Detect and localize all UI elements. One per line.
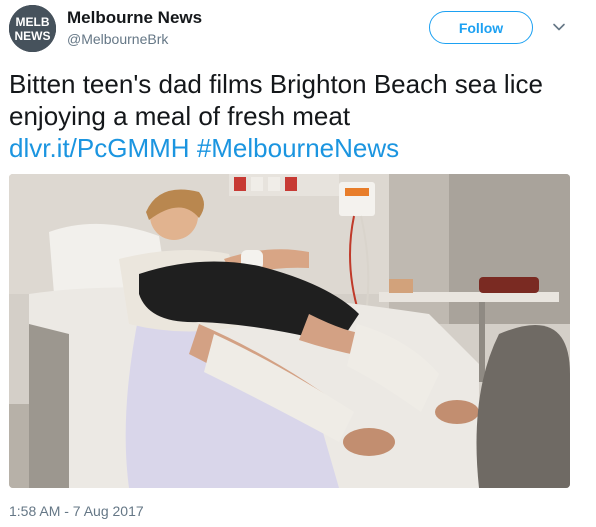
- chevron-down-icon[interactable]: [552, 20, 566, 34]
- tweet-links-line: dlvr.it/PcGMMH #MelbourneNews: [9, 132, 584, 164]
- follow-button[interactable]: Follow: [429, 11, 533, 44]
- tweet-link[interactable]: dlvr.it/PcGMMH: [9, 133, 190, 163]
- hashtag-link[interactable]: #MelbourneNews: [197, 133, 399, 163]
- avatar-logo-text-bottom: NEWS: [15, 29, 51, 43]
- tweet-photo[interactable]: [9, 174, 570, 488]
- avatar-logo-text-top: MELB: [16, 15, 50, 29]
- tweet-text-line: Bitten teen's dad films Brighton Beach s…: [9, 69, 543, 99]
- display-name[interactable]: Melbourne News: [67, 8, 202, 28]
- tweet-text: Bitten teen's dad films Brighton Beach s…: [9, 68, 584, 164]
- tweet-card: MELB NEWS Melbourne News @MelbourneBrk F…: [0, 0, 596, 527]
- tweet-timestamp[interactable]: 1:58 AM - 7 Aug 2017: [9, 503, 144, 519]
- tweet-text-line: enjoying a meal of fresh meat: [9, 101, 351, 131]
- user-handle[interactable]: @MelbourneBrk: [67, 31, 168, 47]
- avatar[interactable]: MELB NEWS: [9, 5, 56, 52]
